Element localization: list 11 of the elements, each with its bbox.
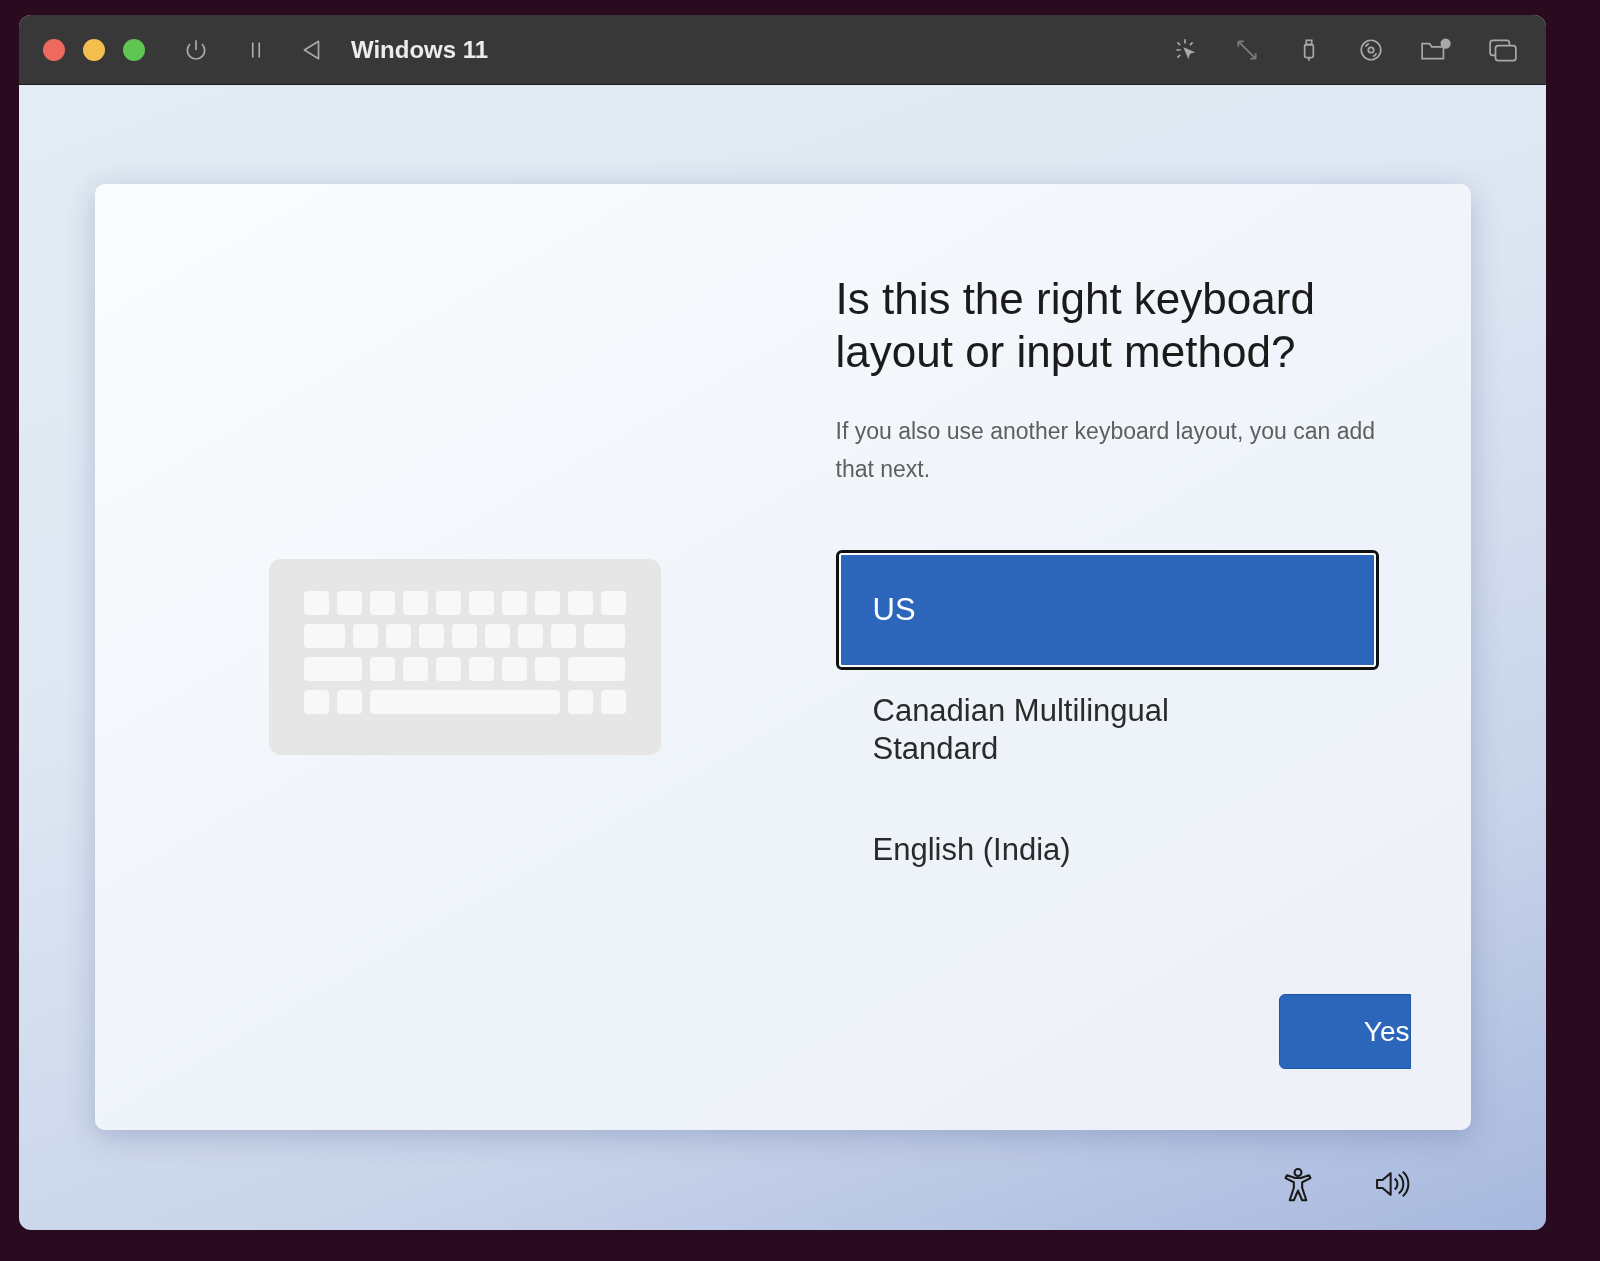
yes-button[interactable]: Yes xyxy=(1278,994,1411,1069)
minimize-icon[interactable] xyxy=(83,38,105,61)
disc-icon[interactable] xyxy=(1358,36,1384,63)
layout-option[interactable]: English (India) xyxy=(835,790,1379,910)
layout-option[interactable]: Canadian Multilingual Standard xyxy=(835,670,1379,790)
close-icon[interactable] xyxy=(43,38,65,61)
layout-option[interactable]: US xyxy=(835,550,1379,670)
page-subtitle: If you also use another keyboard layout, you can add that next. xyxy=(835,417,1377,484)
page-heading: Is this the right keyboard layout or input method? xyxy=(835,273,1316,378)
maximize-icon[interactable] xyxy=(123,38,145,61)
window-title: Windows 11 xyxy=(351,34,489,65)
